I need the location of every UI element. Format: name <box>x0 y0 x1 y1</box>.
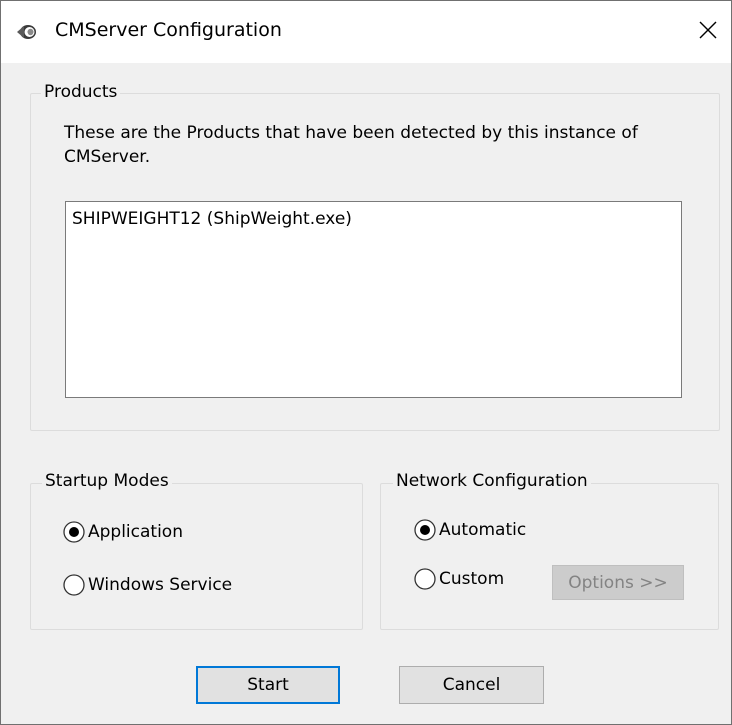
options-button[interactable]: Options >> <box>552 565 684 600</box>
cmserver-configuration-dialog: CMServer Configuration Products These ar… <box>0 0 732 725</box>
radio-selected-icon[interactable] <box>63 521 85 543</box>
startup-modes-group <box>30 483 363 630</box>
network-configuration-group <box>380 483 719 630</box>
radio-selected-icon[interactable] <box>414 519 436 541</box>
products-listbox[interactable]: SHIPWEIGHT12 (ShipWeight.exe) <box>65 201 682 398</box>
cancel-button[interactable]: Cancel <box>399 666 544 704</box>
title-bar[interactable]: CMServer Configuration <box>1 1 731 63</box>
close-icon <box>699 21 717 44</box>
radio-automatic-label: Automatic <box>439 520 527 540</box>
close-button[interactable] <box>685 1 731 63</box>
cmserver-app-icon[interactable] <box>15 21 37 43</box>
radio-custom-label: Custom <box>439 569 505 589</box>
radio-automatic[interactable]: Automatic <box>414 519 526 541</box>
products-group-label: Products <box>41 82 121 102</box>
products-description: These are the Products that have been de… <box>64 123 638 167</box>
radio-unselected-icon[interactable] <box>63 574 85 596</box>
radio-custom[interactable]: Custom <box>414 568 504 590</box>
startup-modes-group-label: Startup Modes <box>42 471 172 491</box>
radio-application[interactable]: Application <box>63 521 183 543</box>
radio-application-label: Application <box>88 522 183 542</box>
radio-windows-service[interactable]: Windows Service <box>63 574 232 596</box>
window-title: CMServer Configuration <box>55 19 282 41</box>
start-button[interactable]: Start <box>196 666 340 704</box>
list-item[interactable]: SHIPWEIGHT12 (ShipWeight.exe) <box>72 209 352 229</box>
network-configuration-group-label: Network Configuration <box>393 471 591 491</box>
radio-windows-service-label: Windows Service <box>88 575 233 595</box>
radio-unselected-icon[interactable] <box>414 568 436 590</box>
